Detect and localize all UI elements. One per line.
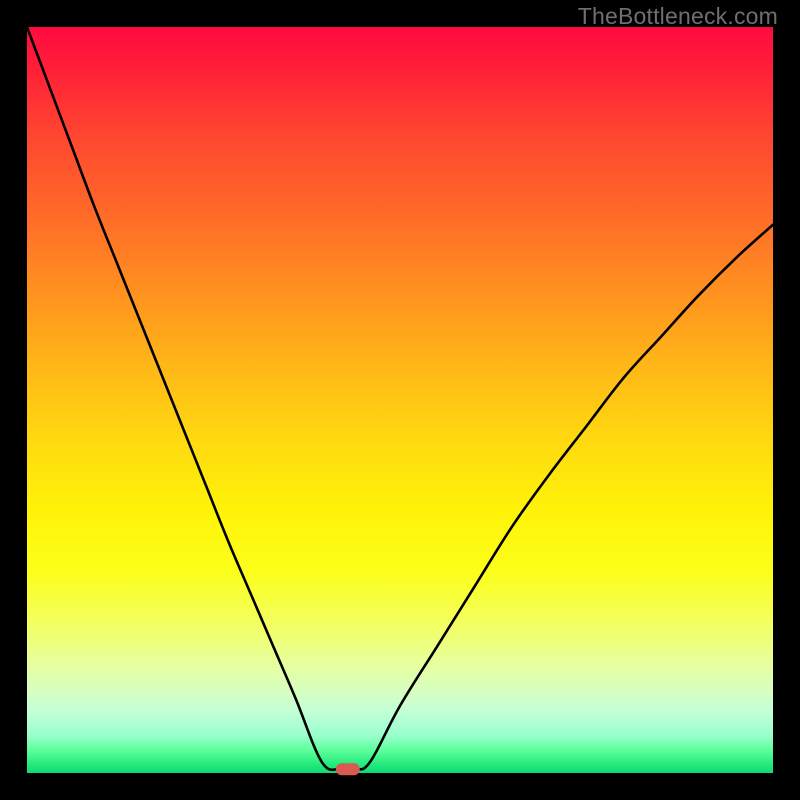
- bottleneck-curve: [27, 27, 773, 770]
- minimum-marker: [336, 763, 360, 775]
- plot-area: [27, 27, 773, 773]
- chart-frame: TheBottleneck.com: [0, 0, 800, 800]
- watermark-text: TheBottleneck.com: [578, 3, 778, 30]
- curve-svg: [27, 27, 773, 773]
